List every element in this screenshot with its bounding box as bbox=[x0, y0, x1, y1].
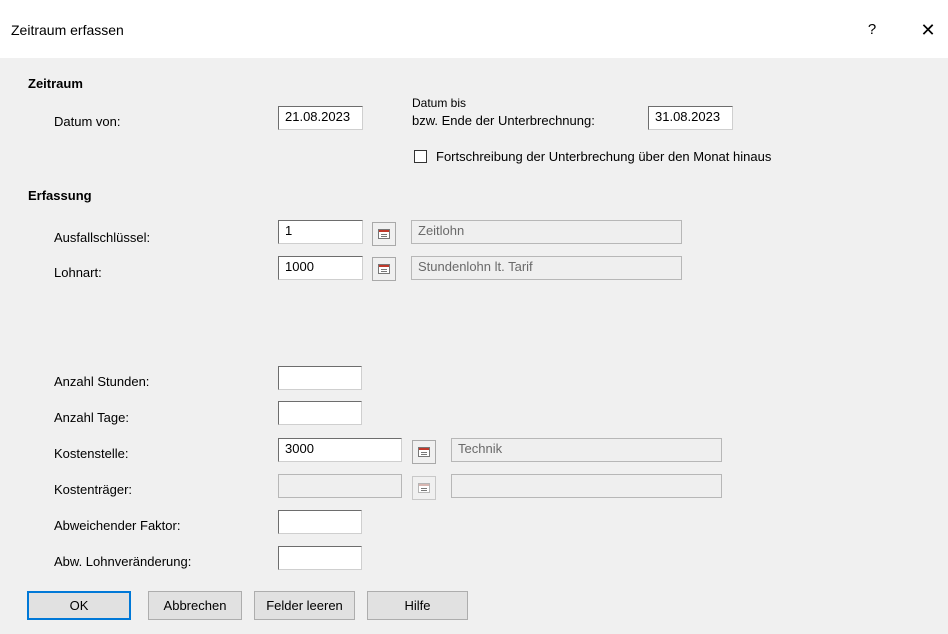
kostenstelle-label: Kostenstelle: bbox=[54, 446, 129, 461]
felder-leeren-button[interactable]: Felder leeren bbox=[254, 591, 355, 620]
abbrechen-button[interactable]: Abbrechen bbox=[148, 591, 242, 620]
abw-lohnveraenderung-label: Abw. Lohnveränderung: bbox=[54, 554, 192, 569]
anzahl-stunden-field[interactable] bbox=[278, 366, 362, 390]
list-lookup-icon bbox=[418, 447, 430, 457]
abweichender-faktor-label: Abweichender Faktor: bbox=[54, 518, 181, 533]
kostenstelle-field[interactable]: 3000 bbox=[278, 438, 402, 462]
fortschreibung-label: Fortschreibung der Unterbrechung über de… bbox=[436, 149, 772, 164]
help-icon[interactable]: ? bbox=[860, 16, 884, 44]
abw-lohnveraenderung-field[interactable] bbox=[278, 546, 362, 570]
section-title-zeitraum: Zeitraum bbox=[28, 76, 83, 91]
kostenstelle-lookup-button[interactable] bbox=[412, 440, 436, 464]
ok-button[interactable]: OK bbox=[27, 591, 131, 620]
abweichender-faktor-field[interactable] bbox=[278, 510, 362, 534]
lohnart-field[interactable]: 1000 bbox=[278, 256, 363, 280]
ausfallschluessel-label: Ausfallschlüssel: bbox=[54, 230, 151, 245]
lohnart-description: Stundenlohn lt. Tarif bbox=[411, 256, 682, 280]
list-lookup-icon bbox=[378, 264, 390, 274]
fortschreibung-checkbox[interactable] bbox=[414, 150, 427, 163]
section-title-erfassung: Erfassung bbox=[28, 188, 92, 203]
datum-bis-label-line2: bzw. Ende der Unterbrechnung: bbox=[412, 113, 595, 128]
anzahl-tage-field[interactable] bbox=[278, 401, 362, 425]
datum-bis-label-line1: Datum bis bbox=[412, 96, 467, 110]
lohnart-label: Lohnart: bbox=[54, 265, 102, 280]
kostenstelle-description: Technik bbox=[451, 438, 722, 462]
list-lookup-icon bbox=[378, 229, 390, 239]
ausfallschluessel-lookup-button[interactable] bbox=[372, 222, 396, 246]
close-icon[interactable]: ✕ bbox=[914, 16, 942, 44]
ausfallschluessel-description: Zeitlohn bbox=[411, 220, 682, 244]
anzahl-stunden-label: Anzahl Stunden: bbox=[54, 374, 150, 389]
datum-von-field[interactable]: 21.08.2023 bbox=[278, 106, 363, 130]
datum-von-label: Datum von: bbox=[54, 114, 121, 129]
ausfallschluessel-field[interactable]: 1 bbox=[278, 220, 363, 244]
kostentraeger-label: Kostenträger: bbox=[54, 482, 133, 497]
title-bar: Zeitraum erfassen ? ✕ bbox=[0, 0, 948, 58]
hilfe-button[interactable]: Hilfe bbox=[367, 591, 468, 620]
kostentraeger-description bbox=[451, 474, 722, 498]
anzahl-tage-label: Anzahl Tage: bbox=[54, 410, 129, 425]
kostentraeger-lookup-button bbox=[412, 476, 436, 500]
lohnart-lookup-button[interactable] bbox=[372, 257, 396, 281]
kostentraeger-field bbox=[278, 474, 402, 498]
list-lookup-icon bbox=[418, 483, 430, 493]
window-title: Zeitraum erfassen bbox=[11, 22, 124, 38]
datum-bis-field[interactable]: 31.08.2023 bbox=[648, 106, 733, 130]
